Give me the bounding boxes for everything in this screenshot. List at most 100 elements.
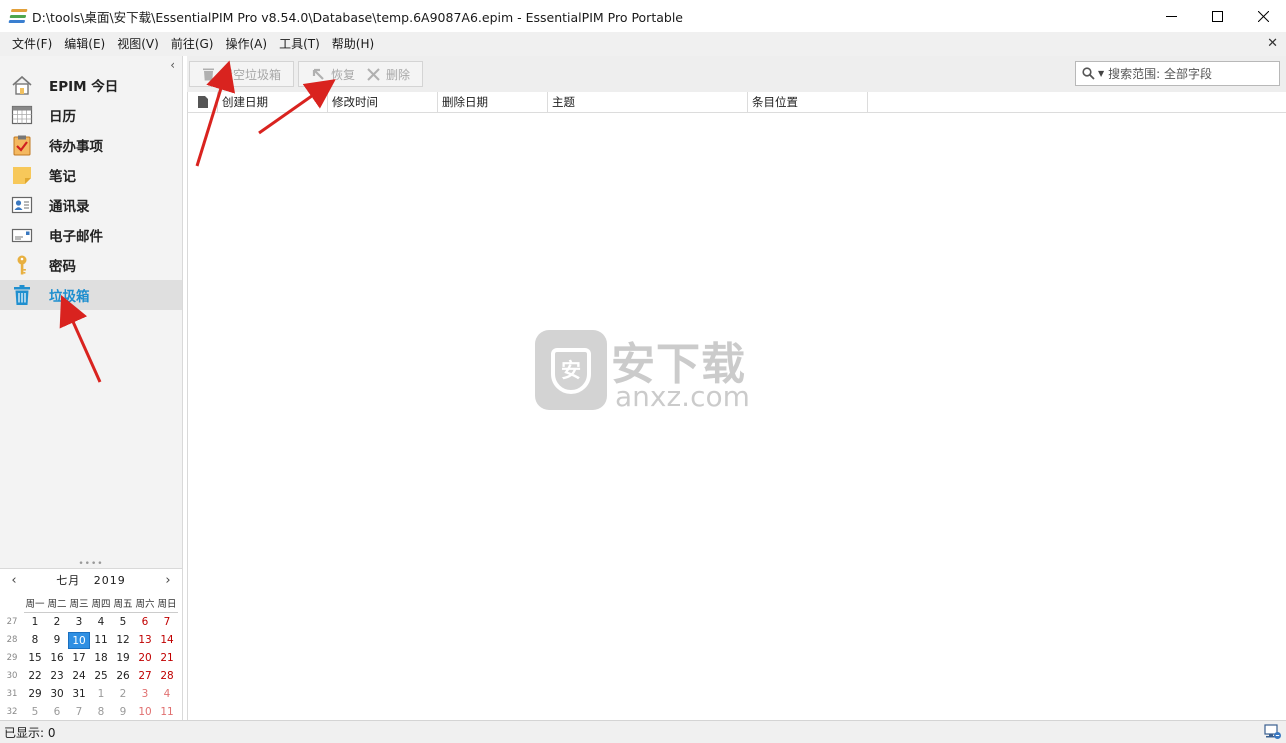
next-month-icon[interactable]: ›	[162, 573, 174, 588]
menu-file[interactable]: 文件(F)	[6, 32, 58, 56]
calendar-day[interactable]: 15	[24, 650, 46, 667]
calendar-day[interactable]: 4	[90, 614, 112, 631]
calendar-day[interactable]: 4	[156, 686, 178, 703]
watermark-shield-logo: 安	[535, 330, 607, 410]
calendar-day[interactable]: 2	[46, 614, 68, 631]
calendar-day[interactable]: 8	[90, 704, 112, 721]
calendar-day[interactable]: 23	[46, 668, 68, 685]
sidebar-item-notes[interactable]: 笔记	[0, 160, 182, 190]
prev-month-icon[interactable]: ‹	[8, 573, 20, 588]
calendar-day[interactable]: 8	[24, 632, 46, 649]
search-input[interactable]: ▼ 搜索范围: 全部字段	[1075, 61, 1280, 86]
restore-button[interactable]: 恢复	[305, 66, 361, 83]
calendar-day[interactable]: 5	[24, 704, 46, 721]
calendar-day[interactable]: 11	[90, 632, 112, 649]
calendar-day[interactable]: 9	[112, 704, 134, 721]
calendar-day[interactable]: 28	[156, 668, 178, 685]
sidebar-item-trash[interactable]: 垃圾箱	[0, 280, 182, 310]
menu-actions[interactable]: 操作(A)	[219, 32, 273, 56]
calendar-day[interactable]: 6	[46, 704, 68, 721]
week-number: 27	[6, 617, 18, 627]
calendar-day[interactable]: 18	[90, 650, 112, 667]
calendar-day[interactable]: 22	[24, 668, 46, 685]
close-button[interactable]	[1240, 0, 1286, 32]
search-scope-dropdown-icon[interactable]: ▼	[1098, 69, 1104, 78]
menu-tools[interactable]: 工具(T)	[273, 32, 326, 56]
column-deleted-date[interactable]: 删除日期	[438, 91, 548, 113]
sidebar-item-contacts[interactable]: 通讯录	[0, 190, 182, 220]
calendar-day[interactable]: 11	[156, 704, 178, 721]
column-subject[interactable]: 主题	[548, 91, 748, 113]
maximize-button[interactable]	[1194, 0, 1240, 32]
calendar-day[interactable]: 26	[112, 668, 134, 685]
calendar-day[interactable]: 9	[46, 632, 68, 649]
calendar-day[interactable]: 31	[68, 686, 90, 703]
sidebar-item-label: 笔记	[49, 169, 76, 185]
calendar-day[interactable]: 16	[46, 650, 68, 667]
column-created-date[interactable]: 创建日期	[218, 91, 328, 113]
home-icon	[11, 74, 33, 96]
menu-view[interactable]: 视图(V)	[111, 32, 165, 56]
calendar-day[interactable]: 20	[134, 650, 156, 667]
empty-trash-button[interactable]: 清空垃圾箱	[196, 66, 287, 83]
sidebar-splitter[interactable]: ••••	[0, 559, 182, 569]
sidebar-item-label: 电子邮件	[49, 229, 103, 245]
calendar-week-row: 30 22 23 24 25 26 27 28	[0, 667, 182, 685]
menu-help[interactable]: 帮助(H)	[326, 32, 380, 56]
module-nav: EPIM 今日 日历 待办事项 笔记 通讯录 电子邮件 密码 垃圾箱	[0, 70, 182, 310]
weekday-header: 周二	[46, 596, 68, 613]
calendar-day[interactable]: 10	[134, 704, 156, 721]
network-sync-icon[interactable]	[1264, 724, 1282, 740]
delete-x-icon	[367, 67, 380, 81]
calendar-day[interactable]: 29	[24, 686, 46, 703]
calendar-day[interactable]: 2	[112, 686, 134, 703]
calendar-week-row: 28 8 9 10 11 12 13 14	[0, 631, 182, 649]
delete-button[interactable]: 删除	[361, 66, 416, 83]
weekday-header: 周六	[134, 596, 156, 613]
sidebar-item-today[interactable]: EPIM 今日	[0, 70, 182, 100]
toolbar: 清空垃圾箱 恢复 删除 ▼ 搜索范围: 全部字段	[187, 56, 1286, 92]
status-shown-count: 已显示: 0	[4, 725, 56, 740]
calendar-day[interactable]: 30	[46, 686, 68, 703]
sidebar-item-label: 待办事项	[49, 139, 103, 155]
watermark-domain: anxz.com	[615, 380, 750, 413]
sidebar-item-calendar[interactable]: 日历	[0, 100, 182, 130]
sidebar-item-label: EPIM 今日	[49, 79, 119, 95]
calendar-day[interactable]: 5	[112, 614, 134, 631]
calendar-day-today[interactable]: 10	[68, 631, 90, 649]
calendar-day[interactable]: 13	[134, 632, 156, 649]
calendar-day[interactable]: 3	[68, 614, 90, 631]
calendar-day[interactable]: 21	[156, 650, 178, 667]
item-type-column-header[interactable]	[188, 91, 218, 113]
calendar-day[interactable]: 3	[134, 686, 156, 703]
calendar-day[interactable]: 12	[112, 632, 134, 649]
calendar-day[interactable]: 19	[112, 650, 134, 667]
calendar-week-row: 31 29 30 31 1 2 3 4	[0, 685, 182, 703]
calendar-day[interactable]: 7	[156, 614, 178, 631]
column-modified-time[interactable]: 修改时间	[328, 91, 438, 113]
minimize-button[interactable]	[1148, 0, 1194, 32]
site-watermark: 安 安下载 anxz.com	[535, 330, 750, 413]
menu-close-icon[interactable]: ✕	[1267, 36, 1278, 51]
status-bar: 已显示: 0	[0, 720, 1286, 743]
calendar-day[interactable]: 1	[24, 614, 46, 631]
calendar-day[interactable]: 27	[134, 668, 156, 685]
title-bar: D:\tools\桌面\安下载\EssentialPIM Pro v8.54.0…	[0, 0, 1286, 32]
calendar-day[interactable]: 7	[68, 704, 90, 721]
menu-edit[interactable]: 编辑(E)	[58, 32, 111, 56]
calendar-day[interactable]: 1	[90, 686, 112, 703]
search-icon	[1082, 67, 1095, 80]
calendar-day[interactable]: 24	[68, 668, 90, 685]
sidebar-item-tasks[interactable]: 待办事项	[0, 130, 182, 160]
sidebar-item-passwords[interactable]: 密码	[0, 250, 182, 280]
calendar-day[interactable]: 17	[68, 650, 90, 667]
calendar-day[interactable]: 25	[90, 668, 112, 685]
clipboard-check-icon	[11, 134, 33, 156]
sidebar-item-email[interactable]: 电子邮件	[0, 220, 182, 250]
menu-go[interactable]: 前往(G)	[165, 32, 220, 56]
contact-card-icon	[11, 194, 33, 216]
column-item-location[interactable]: 条目位置	[748, 91, 868, 113]
week-number: 29	[6, 653, 18, 663]
calendar-day[interactable]: 6	[134, 614, 156, 631]
calendar-day[interactable]: 14	[156, 632, 178, 649]
